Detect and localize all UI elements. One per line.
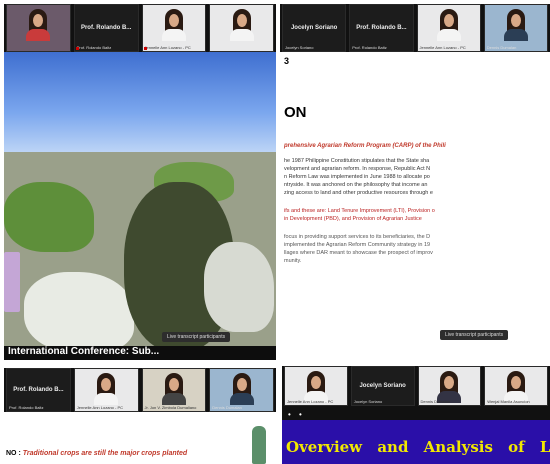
participant-tile[interactable]: Jr. Jon V. Zimbola Dumaliano	[141, 368, 207, 412]
slide-landscape-image	[4, 152, 276, 360]
slide-text-prefix: NO :	[6, 450, 21, 457]
participant-tile[interactable]: Dennis Dumalan	[417, 366, 482, 406]
slide-program-title: prehensive Agrarian Reform Program (CARP…	[284, 143, 446, 149]
slide-text-line: llages where DAR meant to showcase the p…	[284, 250, 433, 256]
participant-caption: Dennis Dumalan	[420, 399, 451, 404]
participant-name: Jocelyn Soriano	[359, 383, 406, 389]
slide-title: Overview and Analysis of Lan	[286, 438, 550, 456]
slide-text: Traditional crops are still the major cr…	[22, 450, 188, 457]
slide-text-line: n Reform Law was implemented in June 198…	[284, 174, 430, 180]
participant-name: Prof. Rolando B...	[13, 387, 64, 393]
participant-tile[interactable]: Dennis Dumalan	[483, 4, 548, 52]
participant-video	[303, 371, 328, 403]
participant-tile[interactable]: Dennis Dumalan	[209, 368, 274, 412]
participant-caption: Prof. Rolando Baltz	[9, 405, 44, 410]
participant-caption: Jennelle Ann Lozano - PC	[144, 45, 191, 50]
participant-tile[interactable]: Jennelle Ann Lozano - PC	[416, 4, 481, 52]
participant-video	[94, 373, 119, 405]
slide-top-letter: 3	[284, 56, 290, 66]
meeting-panel-bottom-left: Prof. Rolando B... Prof. Rolando Baltz J…	[4, 368, 276, 464]
participant-caption: Dennis Dumalan	[486, 45, 517, 50]
participant-caption: Jocelyn Soriano	[285, 45, 314, 50]
slide-text-line: implemented the Agrarian Reform Communit…	[284, 242, 431, 248]
slide-text-line: ntryside. It was anchored on the philoso…	[284, 182, 428, 188]
participant-caption: Dennis Dumalan	[212, 405, 242, 410]
participant-strip: Jocelyn Soriano Jocelyn Soriano Prof. Ro…	[280, 4, 550, 52]
participant-video	[436, 9, 461, 41]
participant-tile[interactable]: Prof. Rolando B... Prof. Rolando Baltz	[349, 4, 414, 52]
participant-tile[interactable]: Prof. Rolando B... Prof. Rolando Baltz	[6, 368, 71, 412]
slide-nav-dots[interactable]: • •	[288, 410, 305, 419]
slide-text-line: zing access to land and other productive…	[284, 190, 433, 196]
slide-text-row: NO : Traditional crops are still the maj…	[6, 450, 187, 457]
participant-caption: Wenjal Manila Asuncion	[487, 399, 530, 404]
participant-caption: Jr. Jon V. Zimbola Dumaliano	[144, 405, 197, 410]
meeting-panel-top-left: Prof. Rolando B... Prof. Rolando Baltz J…	[4, 4, 276, 360]
slide-text-line-highlight: ifs and these are: Land Tenure Improveme…	[284, 208, 435, 214]
participant-name: Prof. Rolando B...	[356, 25, 407, 31]
participant-strip: Prof. Rolando B... Prof. Rolando Baltz J…	[4, 4, 276, 52]
participant-tile[interactable]: Jennelle Ann Lozano - PC	[284, 366, 348, 406]
participant-video	[437, 371, 462, 403]
meeting-panel-bottom-right: Jennelle Ann Lozano - PC Jocelyn Soriano…	[282, 366, 550, 464]
participant-video	[504, 371, 529, 403]
slide-text-line: he 1987 Philippine Constitution stipulat…	[284, 158, 430, 164]
participant-tile[interactable]	[6, 4, 71, 52]
participant-tile[interactable]: Jennelle Ann Lozano - PC	[73, 368, 139, 412]
live-transcript-banner[interactable]: Live transcript participants	[162, 332, 231, 342]
participant-video	[229, 373, 254, 405]
participant-tile[interactable]	[209, 4, 274, 52]
participant-strip: Prof. Rolando B... Prof. Rolando Baltz J…	[4, 368, 276, 412]
muted-mic-icon	[143, 47, 147, 50]
participant-tile[interactable]: Wenjal Manila Asuncion	[484, 366, 548, 406]
participant-tile[interactable]: Jennelle Ann Lozano - PC	[141, 4, 207, 52]
slide-text-line-highlight: in Development (PBD), and Provision of A…	[284, 216, 422, 222]
participant-video	[161, 9, 186, 41]
participant-video	[161, 373, 186, 405]
participant-caption: Prof. Rolando Baltz	[76, 45, 112, 50]
live-transcript-banner[interactable]: Live transcript participants	[440, 330, 509, 340]
participant-video	[229, 9, 254, 41]
slide-text-line: munity.	[284, 258, 302, 264]
slide-document: 3 ON prehensive Agrarian Reform Program …	[280, 52, 550, 356]
slide-title-area: Overview and Analysis of Lan	[282, 420, 550, 464]
participant-strip: Jennelle Ann Lozano - PC Jocelyn Soriano…	[282, 366, 550, 406]
participant-tile[interactable]: Prof. Rolando B... Prof. Rolando Baltz	[73, 4, 139, 52]
slide-heading: ON	[284, 104, 307, 121]
participant-caption: Jennelle Ann Lozano - PC	[76, 405, 124, 410]
participant-video	[503, 9, 528, 41]
participant-name: Prof. Rolando B...	[80, 25, 132, 31]
slide-text-line: velopment and agrarian reform. In respon…	[284, 166, 431, 172]
participant-tile[interactable]: Jocelyn Soriano Jocelyn Soriano	[350, 366, 415, 406]
participant-caption: Jocelyn Soriano	[353, 399, 383, 404]
meeting-panel-top-right: Jocelyn Soriano Jocelyn Soriano Prof. Ro…	[280, 4, 550, 356]
slide-title-bar: International Conference: Sub...	[4, 346, 276, 360]
participant-tile[interactable]: Jocelyn Soriano Jocelyn Soriano	[282, 4, 347, 52]
participant-caption: Jennelle Ann Lozano - PC	[419, 45, 466, 50]
slide-text-line: focus in providing support services to i…	[284, 234, 431, 240]
participant-video	[26, 9, 51, 41]
participant-caption: Prof. Rolando Baltz	[352, 45, 387, 50]
slide-sky	[4, 52, 276, 152]
slide-decoration	[252, 426, 266, 464]
participant-name: Jocelyn Soriano	[290, 25, 338, 31]
participant-caption: Jennelle Ann Lozano - PC	[287, 399, 334, 404]
muted-mic-icon	[75, 47, 79, 50]
